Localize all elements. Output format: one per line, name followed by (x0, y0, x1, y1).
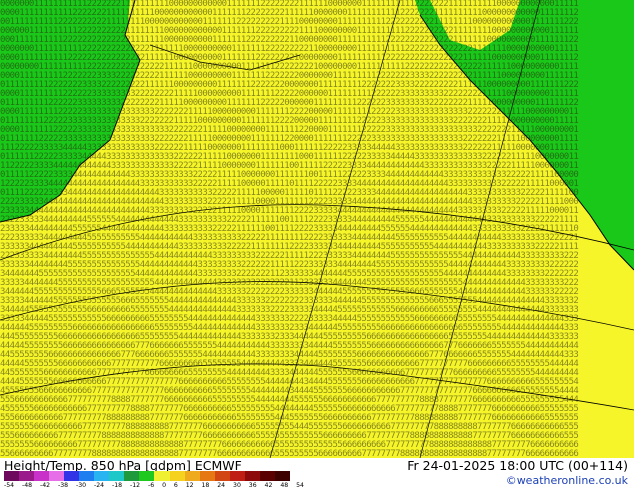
color-scale-swatch (199, 471, 215, 481)
color-scale-swatch (64, 471, 80, 481)
color-scale-swatch (79, 471, 95, 481)
color-scale-swatch (34, 471, 50, 481)
color-scale-swatch (19, 471, 35, 481)
color-scale-swatch (139, 471, 155, 481)
color-scale-swatch (214, 471, 230, 481)
color-scale-swatch (109, 471, 125, 481)
color-scale-tick: 0 (162, 482, 166, 489)
color-scale-tick: -54 (4, 482, 15, 489)
color-scale-tick: -30 (76, 482, 87, 489)
color-scale-swatch (4, 471, 20, 481)
color-scale-swatch (94, 471, 110, 481)
color-scale-swatch (244, 471, 260, 481)
valid-time: Fr 24-01-2025 18:00 UTC (00+114) (407, 458, 628, 473)
footer-bar: Height/Temp. 850 hPa [gdpm] ECMWF Fr 24-… (0, 458, 634, 490)
color-scale-tick: -6 (148, 482, 155, 489)
color-scale-tick: 54 (296, 482, 304, 489)
color-scale-swatch (184, 471, 200, 481)
color-scale-tick: -42 (40, 482, 51, 489)
color-scale-swatch (169, 471, 185, 481)
color-scale-swatch (124, 471, 140, 481)
color-scale-tick: 18 (201, 482, 210, 489)
color-scale-tick: 6 (173, 482, 178, 489)
color-scale-ticks: -54 -48 -42 -38 -30 -24 -18 -12 -6 0 6 12 18 24 30 36 42… (4, 482, 304, 490)
color-scale-tick: 30 (233, 482, 241, 489)
color-scale-tick: -18 (112, 482, 123, 489)
height-digit-field: 0000000111111111112222222111111111100000… (0, 0, 579, 458)
color-scale-tick: -38 (58, 482, 69, 489)
color-scale-swatch (154, 471, 170, 481)
color-scale-tick: 12 (185, 482, 194, 489)
color-scale-swatch (229, 471, 245, 481)
color-scale-tick: 36 (248, 482, 257, 489)
color-scale-swatch (49, 471, 65, 481)
color-scale-tick: 48 (280, 482, 289, 489)
map-panel: 0000000111111111112222222111111111100000… (0, 0, 634, 458)
color-scale-tick: -12 (130, 482, 141, 489)
color-scale-tick: 24 (217, 482, 226, 489)
color-scale-tick: 42 (264, 482, 273, 489)
color-scale-swatch (259, 471, 275, 481)
color-scale-swatch (274, 471, 290, 481)
color-scale-tick: -24 (94, 482, 105, 489)
credit-link[interactable]: ©weatheronline.co.uk (506, 474, 628, 487)
color-scale (4, 471, 290, 481)
color-scale-tick: -48 (22, 482, 33, 489)
